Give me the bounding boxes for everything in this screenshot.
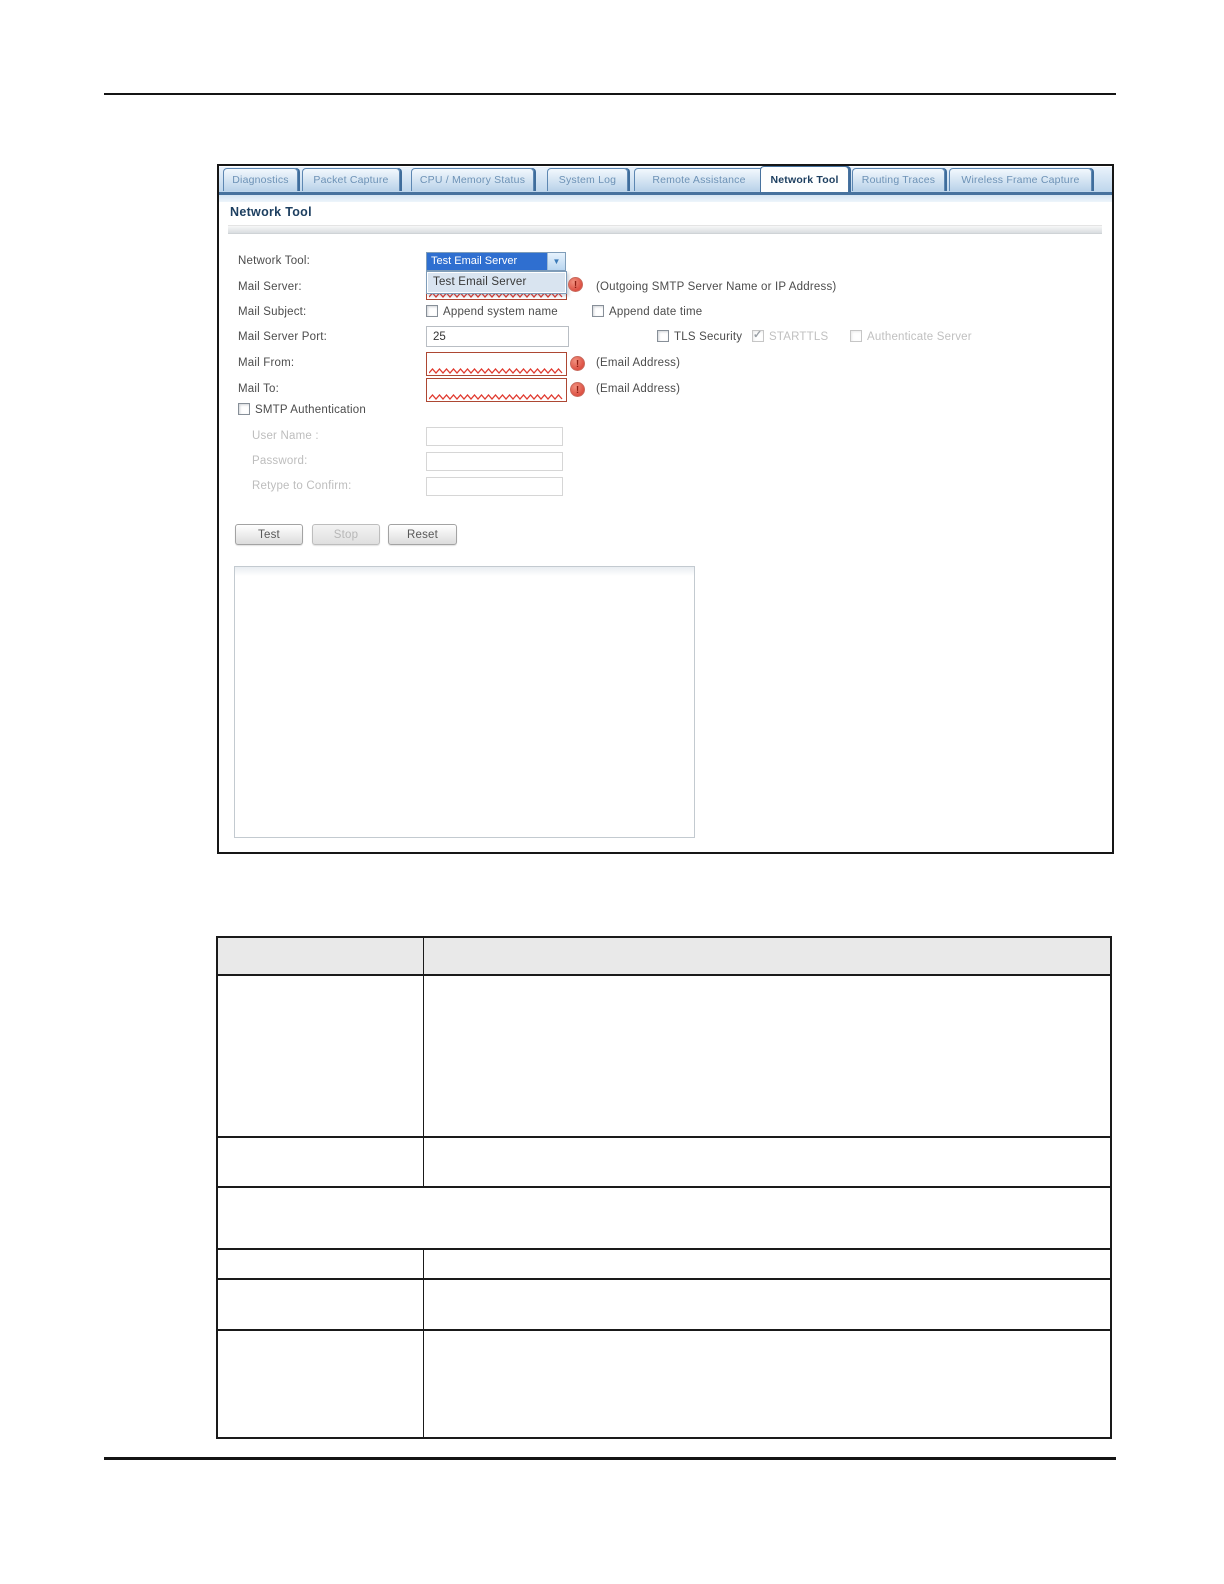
table-cell — [218, 1138, 424, 1186]
table-cell — [424, 1331, 1110, 1437]
error-icon: ! — [570, 356, 585, 371]
section-divider — [228, 225, 1102, 234]
table-header-cell — [424, 938, 1110, 974]
network-tool-screenshot: Diagnostics Packet Capture CPU / Memory … — [217, 164, 1114, 854]
append-system-name-label: Append system name — [443, 306, 558, 318]
tls-security-checkbox[interactable] — [657, 330, 669, 342]
tab-cpu-memory-status[interactable]: CPU / Memory Status — [411, 168, 534, 191]
tab-label: Network Tool — [770, 173, 839, 186]
page-footer-rule — [104, 1457, 1116, 1460]
tab-packet-capture[interactable]: Packet Capture — [302, 168, 400, 191]
table-row — [218, 1331, 1110, 1437]
table-cell — [424, 1280, 1110, 1329]
table-cell — [424, 1250, 1110, 1278]
table-row — [218, 1138, 1110, 1188]
check-icon: ✓ — [753, 329, 763, 341]
table-cell — [424, 1138, 1110, 1186]
tab-wireless-frame-capture[interactable]: Wireless Frame Capture — [949, 168, 1092, 191]
table-row — [218, 976, 1110, 1138]
mail-server-port-input[interactable] — [426, 326, 569, 347]
table-cell — [424, 976, 1110, 1136]
reset-button[interactable]: Reset — [388, 524, 457, 545]
error-icon: ! — [570, 382, 585, 397]
table-cell — [218, 1188, 1110, 1248]
password-label: Password: — [252, 455, 308, 467]
chevron-down-icon[interactable]: ▼ — [547, 253, 565, 270]
table-cell — [218, 1280, 424, 1329]
tab-label: Remote Assistance — [652, 174, 746, 186]
smtp-authentication-checkbox[interactable] — [238, 403, 250, 415]
mail-from-hint: (Email Address) — [596, 357, 681, 369]
mail-server-port-label: Mail Server Port: — [238, 331, 328, 343]
table-header-row — [218, 938, 1110, 976]
error-squiggle — [429, 368, 563, 374]
error-squiggle — [429, 394, 563, 400]
tab-label: Packet Capture — [313, 174, 389, 186]
results-top-shade — [235, 567, 694, 576]
retype-to-confirm-input[interactable] — [426, 477, 563, 496]
authenticate-server-label: Authenticate Server — [867, 331, 972, 343]
table-row — [218, 1280, 1110, 1331]
password-input[interactable] — [426, 452, 563, 471]
table-cell — [218, 1250, 424, 1278]
authenticate-server-checkbox[interactable] — [850, 330, 862, 342]
tab-remote-assistance[interactable]: Remote Assistance — [634, 168, 764, 191]
starttls-checkbox[interactable]: ✓ — [752, 329, 764, 342]
tab-label: System Log — [558, 174, 617, 186]
tab-label: Wireless Frame Capture — [961, 174, 1080, 186]
error-icon: ! — [568, 277, 583, 292]
tab-network-tool[interactable]: Network Tool — [760, 166, 849, 192]
mail-server-hint: (Outgoing SMTP Server Name or IP Address… — [596, 281, 837, 293]
network-tool-label: Network Tool: — [238, 255, 311, 267]
tab-routing-traces[interactable]: Routing Traces — [852, 168, 945, 191]
tab-strip-shadow — [219, 195, 1112, 202]
table-row-merged — [218, 1188, 1110, 1250]
tab-system-log[interactable]: System Log — [547, 168, 628, 191]
retype-to-confirm-label: Retype to Confirm: — [252, 480, 352, 492]
append-date-time-label: Append date time — [609, 306, 703, 318]
mail-subject-label: Mail Subject: — [238, 306, 307, 318]
table-header-cell — [218, 938, 424, 974]
mail-from-label: Mail From: — [238, 357, 295, 369]
user-name-label: User Name : — [252, 430, 319, 442]
table-cell — [218, 976, 424, 1136]
tab-label: Diagnostics — [232, 174, 289, 186]
table-cell — [218, 1331, 424, 1437]
section-title: Network Tool — [230, 205, 312, 219]
tls-security-label: TLS Security — [674, 331, 743, 343]
tab-diagnostics[interactable]: Diagnostics — [223, 168, 298, 191]
page-header-rule — [104, 93, 1116, 95]
mail-to-hint: (Email Address) — [596, 383, 681, 395]
append-date-time-checkbox[interactable] — [592, 305, 604, 317]
tab-label: CPU / Memory Status — [419, 174, 526, 186]
select-value: Test Email Server — [427, 253, 547, 270]
dropdown-option-test-email-server[interactable]: Test Email Server — [428, 273, 565, 292]
user-name-input[interactable] — [426, 427, 563, 446]
append-system-name-checkbox[interactable] — [426, 305, 438, 317]
stop-button[interactable]: Stop — [312, 524, 380, 545]
smtp-authentication-label: SMTP Authentication — [255, 404, 366, 416]
network-tool-dropdown-list: Test Email Server — [426, 271, 567, 294]
starttls-label: STARTTLS — [769, 331, 829, 343]
mail-server-label: Mail Server: — [238, 281, 302, 293]
tab-label: Routing Traces — [861, 174, 936, 186]
document-page: Diagnostics Packet Capture CPU / Memory … — [0, 0, 1224, 1584]
mail-to-input[interactable] — [426, 378, 567, 402]
mail-from-input[interactable] — [426, 352, 567, 376]
table-row — [218, 1250, 1110, 1280]
network-tool-select[interactable]: Test Email Server ▼ — [426, 252, 566, 271]
doc-table — [216, 936, 1112, 1439]
test-results-output[interactable] — [234, 566, 695, 838]
test-button[interactable]: Test — [235, 524, 303, 545]
mail-to-label: Mail To: — [238, 383, 280, 395]
